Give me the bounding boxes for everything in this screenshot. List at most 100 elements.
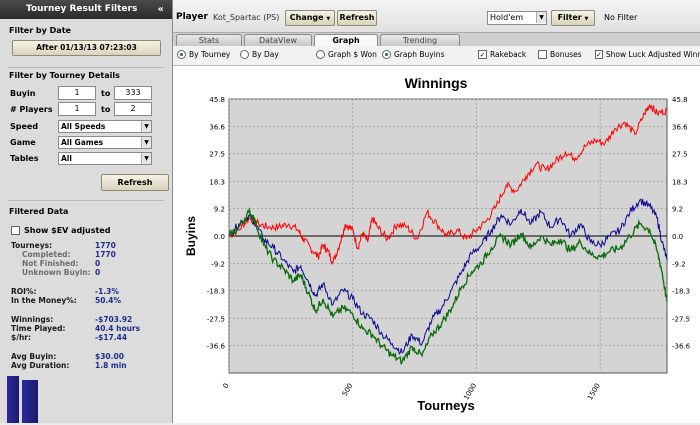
y-tick-label-right: 45.8 <box>672 96 688 104</box>
y-tick-label-right: 18.3 <box>672 178 688 186</box>
show-ev-label: Show $EV adjusted <box>24 226 111 235</box>
y-tick-label-right: -36.6 <box>672 342 691 350</box>
not-finished-label: Not Finished: <box>22 259 79 268</box>
filter-by-details-heading: Filter by Tourney Details <box>9 71 120 80</box>
graph-buyins-label: Graph Buyins <box>394 50 445 59</box>
sidebar-title: Tourney Result Filters <box>26 4 138 14</box>
x-tick-labels: 0 500 1000 1500 <box>222 382 602 401</box>
game-select[interactable]: All Games ▼ <box>58 136 152 149</box>
filtered-data-heading: Filtered Data <box>9 207 69 216</box>
rakeback-label: Rakeback <box>490 50 527 59</box>
tab-stats[interactable]: Stats <box>176 34 242 46</box>
avg-duration-value: 1.8 min <box>95 361 127 370</box>
y-tick-label: -18.3 <box>207 288 225 296</box>
chevron-down-icon[interactable]: ▼ <box>536 12 546 23</box>
chart-title: Winnings <box>405 75 468 91</box>
radio-selected-icon[interactable] <box>382 50 391 59</box>
rakeback-option[interactable]: ✓ Rakeback <box>478 50 526 59</box>
mini-bar-2 <box>22 380 38 423</box>
checkmark-icon[interactable]: ✓ <box>595 50 603 59</box>
y-tick-label-right: -18.3 <box>672 288 690 296</box>
roi-value: -1.3% <box>95 287 119 296</box>
winnings-value: -$703.92 <box>95 315 133 324</box>
y-tick-label-right: 0.0 <box>672 233 683 241</box>
by-tourney-option[interactable]: By Tourney <box>177 50 230 59</box>
players-label: # Players <box>10 104 53 114</box>
buyin-max-input[interactable]: 333 <box>114 86 152 100</box>
tab-trending[interactable]: Trending <box>380 34 460 46</box>
chevron-down-icon[interactable]: ▼ <box>141 153 151 164</box>
buyin-to-label: to <box>101 88 111 98</box>
y-tick-label: -27.5 <box>207 315 225 323</box>
y-axis-label: Buyins <box>184 216 198 256</box>
players-min-input[interactable]: 1 <box>58 102 96 116</box>
x-tick-label: 500 <box>341 382 355 398</box>
tourneys-label: Tourneys: <box>11 241 53 250</box>
players-max-input[interactable]: 2 <box>114 102 152 116</box>
radio-icon[interactable] <box>240 50 249 59</box>
collapse-icon[interactable]: « <box>158 0 164 19</box>
luck-adjusted-option[interactable]: ✓Show Luck Adjusted Winnings <box>595 50 700 59</box>
graph-won-option[interactable]: Graph $ Won <box>316 50 377 59</box>
chevron-down-icon[interactable]: ▼ <box>141 121 151 132</box>
x-tick-label: 1000 <box>462 382 478 401</box>
y-tick-label-right: 9.2 <box>672 205 683 213</box>
x-tick-label: 1500 <box>586 382 602 401</box>
time-played-label: Time Played: <box>11 324 66 333</box>
change-player-button[interactable]: Change ▼ <box>285 10 335 26</box>
y-tick-label-right: 36.6 <box>672 124 688 132</box>
graph-buyins-option[interactable]: Graph Buyins <box>382 50 444 59</box>
completed-value: 1770 <box>95 250 116 259</box>
game-type-select[interactable]: Hold'em ▼ <box>487 11 547 25</box>
y-tick-labels-left: 45.8 36.6 27.5 18.3 9.2 0.0 -9.2 -18.3 -27.5 -36.… <box>207 96 226 350</box>
winnings-chart: Winnings Tourneys Buyins 45.836.627.518.… <box>184 75 691 413</box>
winnings-label: Winnings: <box>11 315 54 324</box>
avg-duration-label: Avg Duration: <box>11 361 70 370</box>
y-tick-label: 45.8 <box>209 96 225 104</box>
radio-selected-icon[interactable] <box>177 50 186 59</box>
y-tick-label: 9.2 <box>214 205 225 213</box>
chart-area: Winnings Tourneys Buyins 45.8 36.6 27.5 18.… <box>173 66 700 423</box>
tab-graph[interactable]: Graph <box>314 34 378 46</box>
y-tick-label: 36.6 <box>209 124 225 132</box>
bonuses-option[interactable]: Bonuses <box>538 50 582 59</box>
graph-options-bar: By Tourney By Day Graph $ Won Graph Buyi… <box>173 46 700 66</box>
roi-label: ROI%: <box>11 287 37 296</box>
game-select-value: All Games <box>61 138 104 147</box>
buyin-label: Buyin <box>10 88 36 98</box>
hourly-value: -$17.44 <box>95 333 128 342</box>
tab-dataview[interactable]: DataView <box>244 34 312 46</box>
date-filter-button[interactable]: After 01/13/13 07:23:03 <box>12 40 161 56</box>
show-ev-checkbox[interactable] <box>11 226 20 235</box>
itm-value: 50.4% <box>95 296 122 305</box>
speed-label: Speed <box>10 121 39 131</box>
by-day-option[interactable]: By Day <box>240 50 279 59</box>
radio-icon[interactable] <box>316 50 325 59</box>
time-played-value: 40.4 hours <box>95 324 141 333</box>
checkbox-icon[interactable] <box>538 50 547 59</box>
tables-select[interactable]: All ▼ <box>58 152 152 165</box>
filter-button[interactable]: Filter ▼ <box>551 10 595 26</box>
by-day-label: By Day <box>252 50 279 59</box>
avg-buyin-label: Avg Buyin: <box>11 352 57 361</box>
speed-select[interactable]: All Speeds ▼ <box>58 120 152 133</box>
tables-select-value: All <box>61 154 72 163</box>
y-tick-label: 18.3 <box>209 178 225 186</box>
hourly-label: $/hr: <box>11 333 31 342</box>
speed-select-value: All Speeds <box>61 122 106 131</box>
itm-label: In the Money%: <box>11 296 77 305</box>
sidebar-header: Tourney Result Filters « <box>0 0 172 19</box>
view-tabs: Stats DataView Graph Trending <box>173 33 700 46</box>
toolbar-refresh-button[interactable]: Refresh <box>337 10 377 26</box>
chevron-down-icon[interactable]: ▼ <box>141 137 151 148</box>
graph-won-label: Graph $ Won <box>328 50 377 59</box>
luck-adjusted-label: Show Luck Adjusted Winnings <box>605 50 700 59</box>
checkmark-icon[interactable]: ✓ <box>478 50 487 59</box>
sidebar-refresh-button[interactable]: Refresh <box>101 174 169 191</box>
chevron-down-icon: ▼ <box>326 16 331 22</box>
buyin-min-input[interactable]: 1 <box>58 86 96 100</box>
y-tick-labels-right: 45.8 36.6 27.5 18.3 9.2 0.0 -9.2 -18.3 -27.5 -36.… <box>672 96 691 350</box>
by-tourney-label: By Tourney <box>189 50 231 59</box>
y-tick-label-right: 27.5 <box>672 151 688 159</box>
tourneys-value: 1770 <box>95 241 116 250</box>
